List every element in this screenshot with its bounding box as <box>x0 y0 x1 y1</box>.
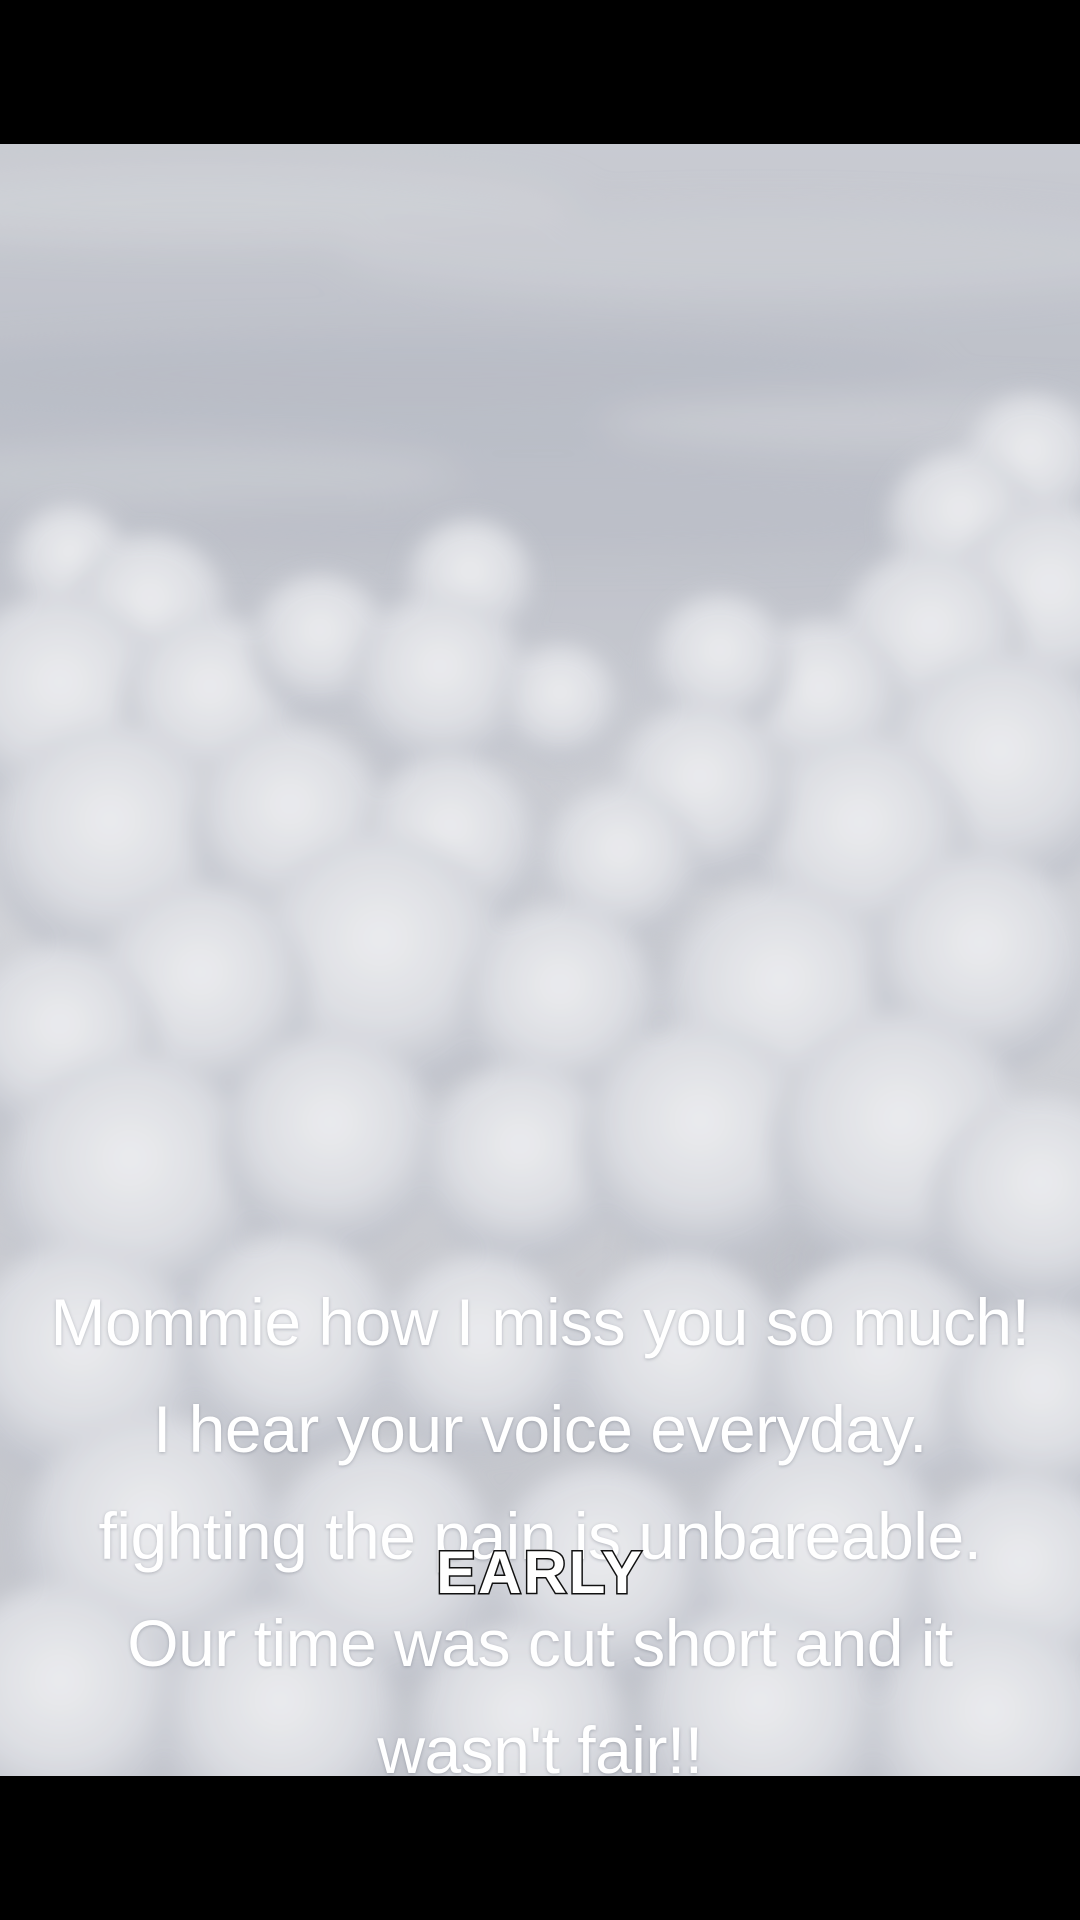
video-caption: Mommie how I miss you so much! I hear yo… <box>50 1285 1030 1776</box>
video-player[interactable]: Mommie how I miss you so much! I hear yo… <box>0 144 1080 1776</box>
overlay-subtitle-word: EARLY <box>435 1538 644 1608</box>
app-screen: Mommie how I miss you so much! I hear yo… <box>0 0 1080 1920</box>
